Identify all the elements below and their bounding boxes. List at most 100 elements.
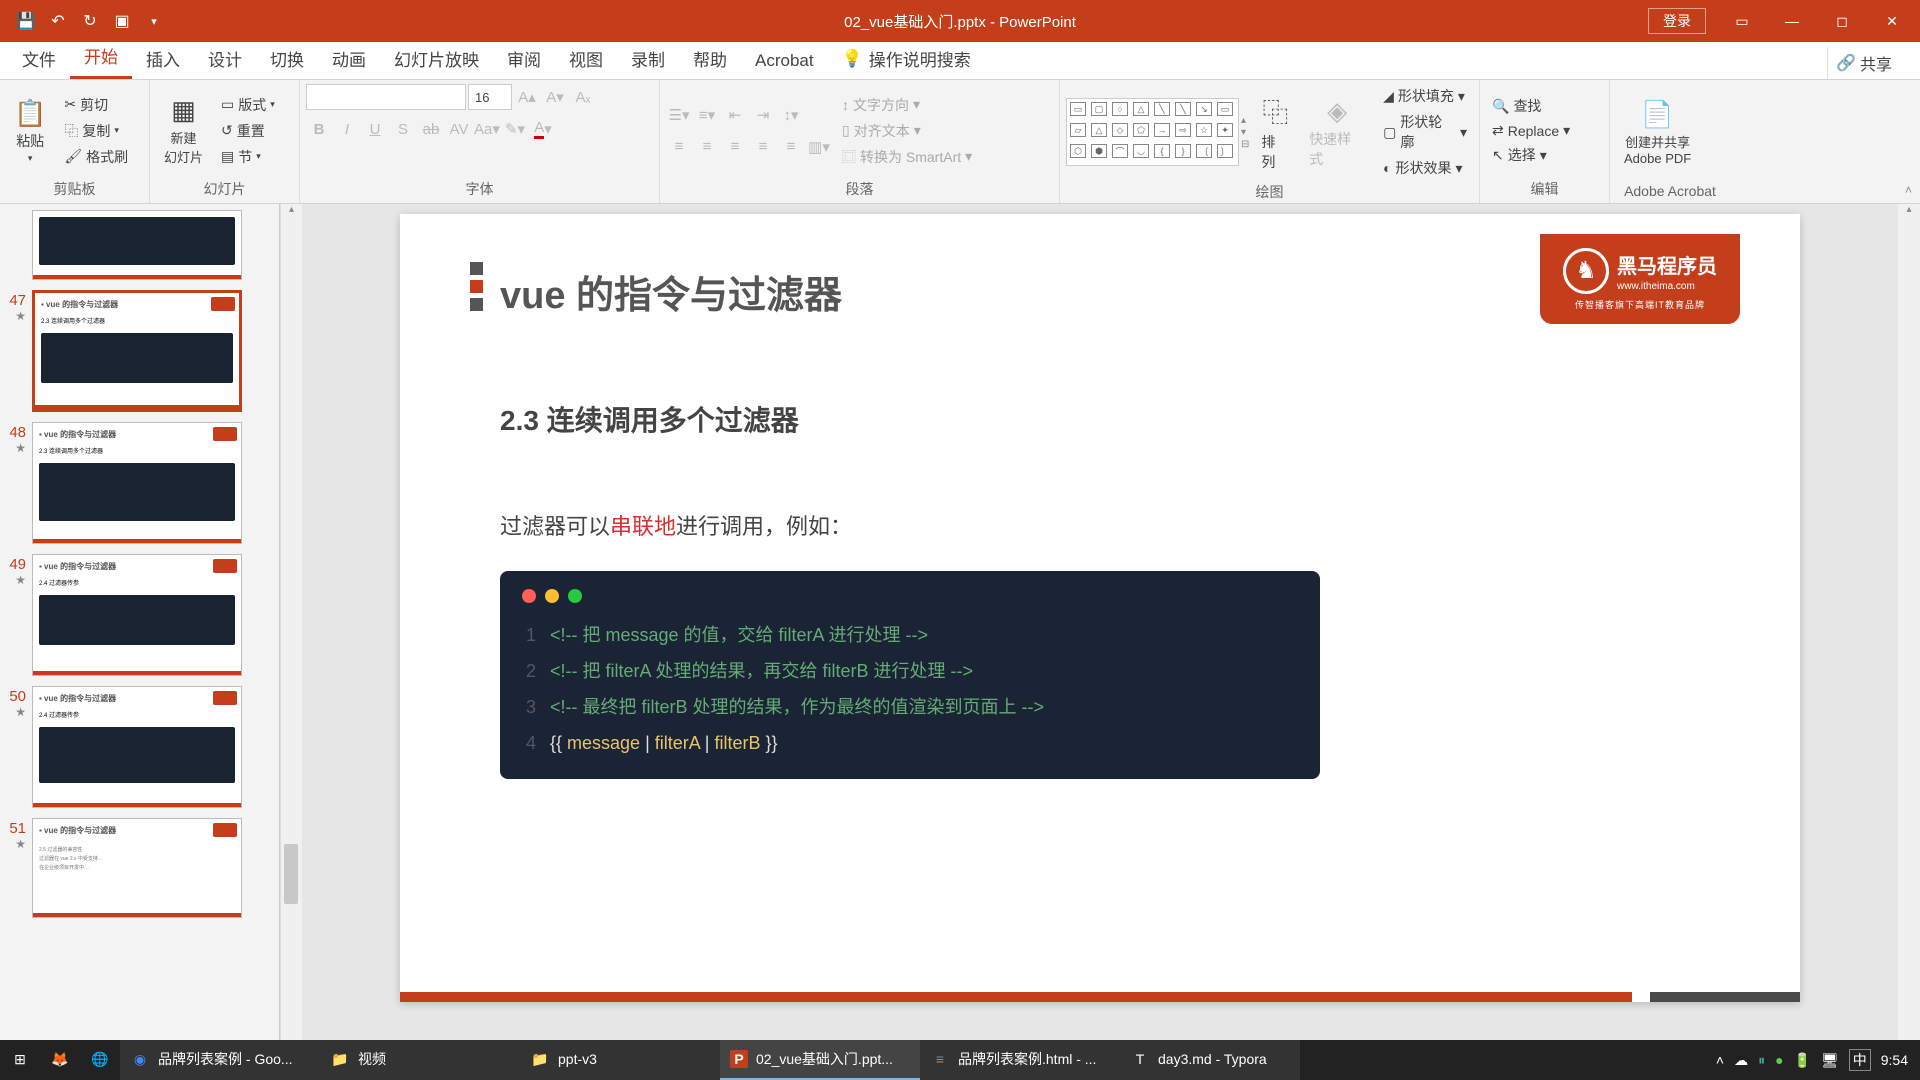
align-center-button[interactable]: ≡ xyxy=(694,134,720,160)
taskbar-app-1[interactable]: 🦊 xyxy=(40,1040,80,1080)
taskbar-vscode[interactable]: ≡品牌列表案例.html - ... xyxy=(920,1040,1120,1080)
redo-icon[interactable]: ↻ xyxy=(76,7,104,35)
format-painter-button[interactable]: 🖌格式刷 xyxy=(58,145,134,169)
indent-button[interactable]: ⇥ xyxy=(750,102,776,128)
slide-canvas[interactable]: vue 的指令与过滤器 ♞ 黑马程序员 www.itheima.com 传智播客… xyxy=(400,214,1800,1002)
tab-help[interactable]: 帮助 xyxy=(679,38,741,79)
gallery-more-icon[interactable]: ⊟ xyxy=(1241,139,1249,150)
select-button[interactable]: ↖选择▾ xyxy=(1486,143,1576,167)
tab-view[interactable]: 视图 xyxy=(555,38,617,79)
thumbnail-48[interactable]: 48★ ▪ vue 的指令与过滤器2.3 连续调用多个过滤器 xyxy=(4,422,275,544)
gallery-up-icon[interactable]: ▴ xyxy=(1241,115,1249,126)
tray-chevron-icon[interactable]: ˄ xyxy=(1716,1052,1724,1068)
tab-animations[interactable]: 动画 xyxy=(318,38,380,79)
tray-network-icon[interactable]: 🖥 xyxy=(1821,1052,1839,1069)
taskbar-chrome[interactable]: ◉品牌列表案例 - Goo... xyxy=(120,1040,320,1080)
justify-button[interactable]: ≡ xyxy=(750,134,776,160)
outdent-button[interactable]: ⇤ xyxy=(722,102,748,128)
ribbon-display-icon[interactable]: ▭ xyxy=(1718,0,1766,42)
tab-acrobat[interactable]: Acrobat xyxy=(741,43,828,79)
share-button[interactable]: 🔗 共享 xyxy=(1827,47,1900,79)
close-button[interactable]: ✕ xyxy=(1868,0,1916,42)
present-from-start-icon[interactable]: ▣ xyxy=(108,7,136,35)
copy-button[interactable]: ⿻复制▾ xyxy=(58,119,134,143)
tray-rec-icon[interactable]: ● xyxy=(1775,1052,1783,1068)
login-button[interactable]: 登录 xyxy=(1648,8,1706,34)
underline-button[interactable]: U xyxy=(362,116,388,142)
maximize-button[interactable]: ◻ xyxy=(1818,0,1866,42)
shadow-button[interactable]: S xyxy=(390,116,416,142)
columns-button[interactable]: ▥▾ xyxy=(806,134,832,160)
layout-button[interactable]: ▭版式▾ xyxy=(215,93,281,117)
text-direction-button[interactable]: ↕文字方向▾ xyxy=(836,93,978,117)
spacing-button[interactable]: AV xyxy=(446,116,472,142)
tray-sync-icon[interactable]: ⏸ xyxy=(1758,1052,1765,1069)
linespacing-button[interactable]: ↕▾ xyxy=(778,102,804,128)
shape-effects-button[interactable]: ◐形状效果▾ xyxy=(1377,156,1473,180)
tray-ime-button[interactable]: 中 xyxy=(1849,1049,1871,1071)
group-clipboard-label: 剪贴板 xyxy=(6,177,143,201)
taskbar-typora[interactable]: Tday3.md - Typora xyxy=(1120,1040,1300,1080)
thumbnail-scrollbar[interactable]: ▴ xyxy=(280,204,302,1054)
smartart-button[interactable]: ⿴转换为 SmartArt▾ xyxy=(836,145,978,169)
bullets-button[interactable]: ☰▾ xyxy=(666,102,692,128)
tab-review[interactable]: 审阅 xyxy=(493,38,555,79)
thumbnail-49[interactable]: 49★ ▪ vue 的指令与过滤器2.4 过滤器传参 xyxy=(4,554,275,676)
gallery-down-icon[interactable]: ▾ xyxy=(1241,127,1249,138)
thumbnail-50[interactable]: 50★ ▪ vue 的指令与过滤器2.4 过滤器传参 xyxy=(4,686,275,808)
shape-outline-button[interactable]: ▢形状轮廓▾ xyxy=(1377,110,1473,154)
bold-button[interactable]: B xyxy=(306,116,332,142)
qat-more-icon[interactable]: ▾ xyxy=(140,7,168,35)
reset-button[interactable]: ↺重置 xyxy=(215,119,281,143)
highlight-button[interactable]: ✎▾ xyxy=(502,116,528,142)
distribute-button[interactable]: ≡ xyxy=(778,134,804,160)
taskbar-powerpoint[interactable]: P02_vue基础入门.ppt... xyxy=(720,1040,920,1080)
taskbar-app-2[interactable]: 🌐 xyxy=(80,1040,120,1080)
create-pdf-button[interactable]: 📄创建并共享 Adobe PDF xyxy=(1616,95,1699,170)
tab-transitions[interactable]: 切换 xyxy=(256,38,318,79)
shape-fill-button[interactable]: ◢形状填充▾ xyxy=(1377,84,1473,108)
strike-button[interactable]: ab xyxy=(418,116,444,142)
cut-button[interactable]: ✂剪切 xyxy=(58,93,134,117)
clear-format-icon[interactable]: Aₓ xyxy=(570,84,596,110)
new-slide-button[interactable]: ▦新建 幻灯片 xyxy=(156,91,211,170)
italic-button[interactable]: I xyxy=(334,116,360,142)
taskbar-folder-video[interactable]: 📁视频 xyxy=(320,1040,520,1080)
increase-font-icon[interactable]: A▴ xyxy=(514,84,540,110)
thumbnail-47[interactable]: 47★ ▪ vue 的指令与过滤器2.3 连续调用多个过滤器 xyxy=(4,290,275,412)
minimize-button[interactable]: — xyxy=(1768,0,1816,42)
align-text-button[interactable]: ▯对齐文本▾ xyxy=(836,119,978,143)
slide-scrollbar[interactable]: ▴ xyxy=(1898,204,1920,1054)
tray-clock[interactable]: 9:54 xyxy=(1881,1052,1908,1068)
arrange-button[interactable]: ⿻排列 xyxy=(1253,89,1297,176)
case-button[interactable]: Aa▾ xyxy=(474,116,500,142)
align-right-button[interactable]: ≡ xyxy=(722,134,748,160)
find-button[interactable]: 🔍查找 xyxy=(1486,94,1576,118)
tab-insert[interactable]: 插入 xyxy=(132,38,194,79)
font-size-combo[interactable]: 16 xyxy=(468,84,512,110)
paste-button[interactable]: 📋粘贴▾ xyxy=(6,94,54,168)
tell-me[interactable]: 💡 操作说明搜索 xyxy=(828,38,985,79)
start-button[interactable]: ⊞ xyxy=(0,1040,40,1080)
font-name-combo[interactable] xyxy=(306,84,466,110)
thumbnail-51[interactable]: 51★ ▪ vue 的指令与过滤器2.5 过滤器的兼容性过滤器在 vue 2.x… xyxy=(4,818,275,918)
font-color-button[interactable]: A▾ xyxy=(530,116,556,142)
tab-record[interactable]: 录制 xyxy=(617,38,679,79)
undo-icon[interactable]: ↶ xyxy=(44,7,72,35)
section-button[interactable]: ▤节▾ xyxy=(215,145,281,169)
replace-button[interactable]: ⇄Replace▾ xyxy=(1486,120,1576,141)
collapse-ribbon-icon[interactable]: ˄ xyxy=(1897,177,1920,203)
taskbar-folder-ppt[interactable]: 📁ppt-v3 xyxy=(520,1040,720,1080)
align-left-button[interactable]: ≡ xyxy=(666,134,692,160)
tab-design[interactable]: 设计 xyxy=(194,38,256,79)
numbering-button[interactable]: ≡▾ xyxy=(694,102,720,128)
decrease-font-icon[interactable]: A▾ xyxy=(542,84,568,110)
tab-slideshow[interactable]: 幻灯片放映 xyxy=(380,38,493,79)
tray-weather-icon[interactable]: ☁ xyxy=(1734,1052,1748,1069)
tray-battery-icon[interactable]: 🔋 xyxy=(1794,1052,1811,1069)
quick-styles-button[interactable]: ◈快速样式 xyxy=(1301,92,1373,173)
tab-file[interactable]: 文件 xyxy=(8,38,70,79)
thumbnail-46-partial[interactable]: 46 xyxy=(4,210,275,280)
save-icon[interactable]: 💾 xyxy=(12,7,40,35)
shapes-gallery[interactable]: ▭▢○△╲╲↘▭ ▱△◇⬠→⇨☆✦ ⬡⬢⌒◡{}〔〕 xyxy=(1066,98,1239,166)
